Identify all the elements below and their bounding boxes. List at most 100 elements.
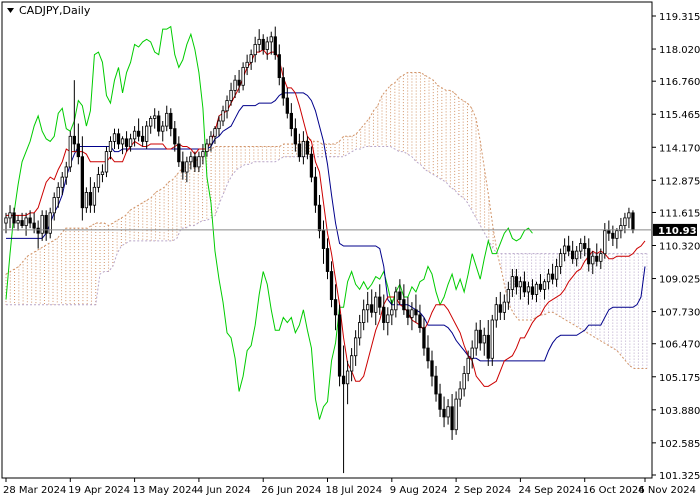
- candle-body: [293, 128, 297, 145]
- chart-svg: 110.931 119.315 118.020 116.760 115.465 114.…: [0, 0, 700, 500]
- candle-body: [136, 130, 141, 137]
- x-tick-label: 26 Jun 2024: [261, 485, 321, 496]
- candle-body: [530, 286, 535, 295]
- candle-body: [145, 125, 149, 142]
- candle-body: [454, 398, 458, 431]
- candle-body: [478, 329, 482, 344]
- candle-body: [4, 217, 8, 224]
- candle-body: [277, 54, 281, 79]
- candle-body: [209, 135, 213, 145]
- candle-body: [558, 253, 563, 267]
- candle-body: [611, 232, 615, 239]
- candle-body: [562, 245, 567, 255]
- candle-body: [430, 360, 434, 377]
- candle-body: [213, 128, 217, 137]
- candle-body: [571, 250, 575, 260]
- y-tick-label: 111.615: [659, 208, 700, 219]
- candle-body: [349, 355, 354, 372]
- candle-body: [595, 255, 599, 262]
- candle-body: [104, 151, 109, 173]
- candle-body: [36, 227, 40, 234]
- candle-body: [261, 38, 265, 50]
- ichimoku-chart: 110.931 119.315 118.020 116.760 115.465 114.…: [0, 0, 700, 500]
- candle-body: [603, 230, 607, 255]
- candle-body: [68, 135, 72, 168]
- candle-body: [221, 110, 225, 122]
- candle-body: [44, 214, 48, 234]
- candle-body: [88, 192, 93, 206]
- candle-body: [333, 299, 338, 316]
- candle-body: [177, 143, 181, 163]
- candle-body: [510, 276, 515, 290]
- y-tick-label: 101.325: [659, 471, 700, 482]
- candle-body: [567, 245, 571, 252]
- candle-body: [470, 347, 474, 359]
- candle-body: [410, 309, 414, 318]
- candle-body: [345, 370, 350, 385]
- candle-body: [32, 222, 36, 229]
- candle-body: [362, 309, 366, 323]
- candle-body: [458, 388, 462, 400]
- candle-body: [273, 36, 277, 56]
- candle-body: [229, 89, 233, 101]
- candle-body: [76, 143, 80, 158]
- candle-body: [317, 204, 322, 232]
- candle-body: [514, 276, 519, 288]
- candle-body: [329, 271, 334, 300]
- candle-body: [305, 140, 310, 155]
- candle-body: [542, 281, 547, 290]
- candle-body: [426, 347, 430, 362]
- candle-body: [374, 296, 378, 313]
- candle-body: [132, 130, 137, 140]
- candle-body: [92, 186, 97, 206]
- candle-body: [237, 79, 241, 86]
- candle-body: [591, 255, 595, 265]
- x-tick-label: 2 Sep 2024: [454, 485, 511, 496]
- x-tick-label: 16 Oct 2024: [583, 485, 645, 496]
- candle-body: [60, 176, 64, 188]
- candle-body: [575, 250, 579, 260]
- y-tick-label: 114.170: [659, 143, 700, 154]
- candle-body: [52, 197, 56, 214]
- y-tick-label: 105.175: [659, 373, 700, 384]
- candle-body: [193, 156, 197, 168]
- x-tick-label: 19 Apr 2024: [68, 485, 130, 496]
- y-tick-label: 109.025: [659, 275, 700, 286]
- y-tick-label: 118.020: [659, 45, 700, 56]
- candle-body: [486, 334, 490, 359]
- candle-body: [526, 286, 531, 293]
- candle-body: [462, 373, 466, 390]
- candle-body: [173, 128, 177, 145]
- candle-body: [301, 140, 306, 158]
- candle-body: [482, 334, 486, 344]
- candle-body: [494, 304, 498, 321]
- candle-body: [84, 192, 89, 209]
- y-tick-label: 102.585: [659, 439, 700, 450]
- candle-body: [108, 140, 113, 153]
- candle-body: [185, 161, 189, 173]
- candle-body: [124, 138, 129, 147]
- candle-body: [378, 296, 382, 308]
- candle-body: [370, 304, 374, 313]
- candle-body: [418, 314, 422, 329]
- candle-body: [546, 273, 551, 283]
- candle-body: [538, 283, 543, 290]
- candle-body: [281, 77, 285, 99]
- y-tick-label: 115.465: [659, 110, 700, 121]
- candle-body: [165, 112, 169, 127]
- candle-body: [116, 133, 121, 145]
- candle-body: [201, 151, 205, 158]
- candle-body: [398, 291, 402, 300]
- candle-body: [631, 212, 635, 231]
- candle-body: [422, 327, 426, 349]
- candle-body: [321, 230, 326, 249]
- candle-body: [386, 314, 390, 323]
- candle-body: [8, 212, 12, 219]
- candle-body: [309, 153, 314, 178]
- candle-body: [169, 112, 173, 130]
- candle-body: [627, 212, 631, 219]
- candle-body: [446, 406, 450, 418]
- y-tick-label: 103.880: [659, 406, 700, 417]
- y-axis: 119.315 118.020 116.760 115.465 114.170 112.8…: [652, 12, 700, 482]
- candle-body: [587, 248, 591, 265]
